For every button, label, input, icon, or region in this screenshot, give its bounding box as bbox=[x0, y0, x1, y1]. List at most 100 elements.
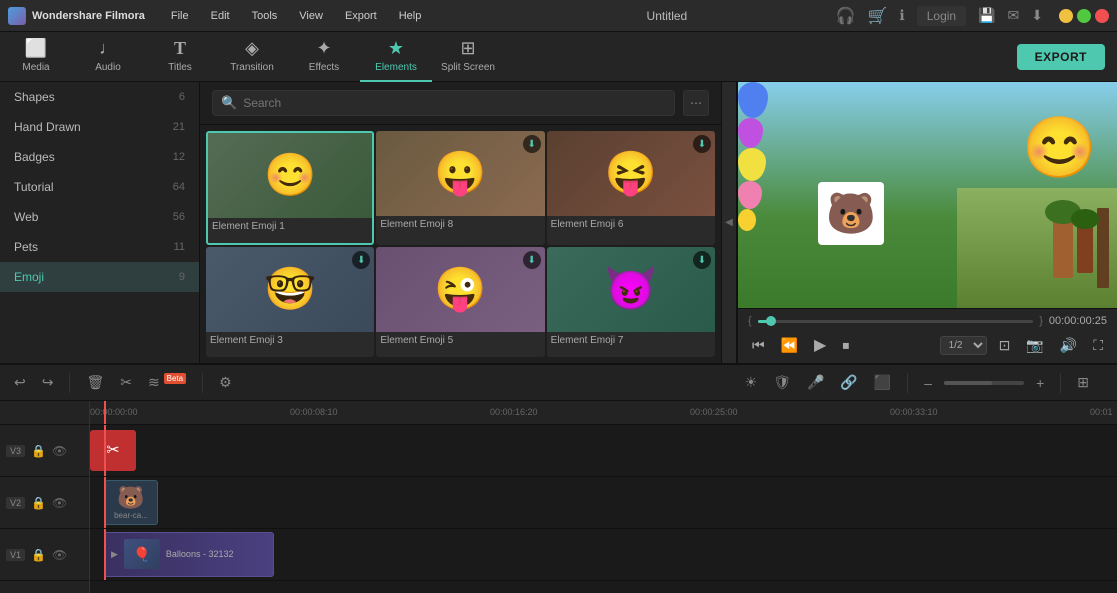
track1-lock-icon[interactable]: 🔒 bbox=[31, 444, 46, 458]
zoom-in-button[interactable]: + bbox=[1032, 373, 1048, 393]
step-back-button[interactable]: ⏮ bbox=[748, 335, 769, 356]
download-badge-emoji8[interactable]: ⬇ bbox=[523, 135, 541, 153]
play-button[interactable]: ▶ bbox=[810, 333, 830, 357]
time-slider-thumb bbox=[766, 316, 776, 326]
grid-item-emoji8[interactable]: 😛 ⬇ Element Emoji 8 bbox=[376, 131, 544, 245]
zoom-slider[interactable] bbox=[944, 381, 1024, 385]
overlay-button[interactable]: ⬛ bbox=[870, 372, 895, 393]
track2-eye-icon[interactable]: 👁 bbox=[52, 496, 67, 510]
zoom-out-button[interactable]: – bbox=[920, 373, 936, 393]
bear-clip-emoji: 🐻 bbox=[117, 485, 144, 511]
volume-button[interactable]: 🔊 bbox=[1056, 335, 1081, 356]
undo-button[interactable]: ↩ bbox=[10, 372, 30, 393]
download-badge-emoji6[interactable]: ⬇ bbox=[693, 135, 711, 153]
audio-mix-button[interactable]: ≋ Beta bbox=[144, 372, 190, 393]
grid-item-emoji3[interactable]: 🤓 ⬇ Element Emoji 3 bbox=[206, 247, 374, 357]
search-icon: 🔍 bbox=[221, 95, 237, 111]
category-tutorial[interactable]: Tutorial 64 bbox=[0, 172, 199, 202]
ruler-mark-5: 00:01 bbox=[1090, 407, 1113, 417]
beta-badge: Beta bbox=[164, 373, 186, 384]
close-button[interactable]: × bbox=[1095, 9, 1109, 23]
bear-clip[interactable]: 🐻 bear-ca... bbox=[104, 480, 158, 525]
maximize-button[interactable]: □ bbox=[1077, 9, 1091, 23]
toolbar-audio[interactable]: ♩ Audio bbox=[72, 32, 144, 82]
menu-tools[interactable]: Tools bbox=[242, 6, 288, 26]
balloon-blue bbox=[738, 82, 768, 118]
download-badge-emoji5[interactable]: ⬇ bbox=[523, 251, 541, 269]
frame-back-button[interactable]: ⏪ bbox=[777, 335, 802, 356]
mail-icon[interactable]: ✉ bbox=[1008, 7, 1020, 24]
category-badges[interactable]: Badges 12 bbox=[0, 142, 199, 172]
menu-help[interactable]: Help bbox=[389, 6, 432, 26]
login-button[interactable]: Login bbox=[917, 6, 966, 26]
toolbar-split-screen[interactable]: ⊞ Split Screen bbox=[432, 32, 504, 82]
category-hand-drawn[interactable]: Hand Drawn 21 bbox=[0, 112, 199, 142]
snapshot-button[interactable]: 📷 bbox=[1022, 335, 1047, 356]
export-button[interactable]: EXPORT bbox=[1017, 44, 1105, 70]
fullscreen-button[interactable]: ⛶ bbox=[1089, 335, 1107, 356]
search-input[interactable] bbox=[243, 96, 666, 110]
minimize-button[interactable]: – bbox=[1059, 9, 1073, 23]
grid-item-emoji6[interactable]: 😝 ⬇ Element Emoji 6 bbox=[547, 131, 715, 245]
timeline: ↩ ↪ 🗑 ✂ ≋ Beta ⚙ ☀ 🛡 🎤 🔗 ⬛ – + ⊞ bbox=[0, 363, 1117, 593]
search-input-wrap[interactable]: 🔍 bbox=[212, 90, 675, 116]
main-toolbar: ⬜ Media ♩ Audio T Titles ◈ Transition ✦ … bbox=[0, 32, 1117, 82]
delete-button[interactable]: 🗑 bbox=[82, 372, 108, 393]
settings-button[interactable]: ⚙ bbox=[215, 372, 236, 393]
menu-edit[interactable]: Edit bbox=[201, 6, 240, 26]
track3-lock-icon[interactable]: 🔒 bbox=[31, 548, 46, 562]
category-web[interactable]: Web 56 bbox=[0, 202, 199, 232]
toolbar-transition[interactable]: ◈ Transition bbox=[216, 32, 288, 82]
gift-icon[interactable]: 🛒 bbox=[867, 6, 887, 26]
snap-button[interactable]: ☀ bbox=[741, 372, 762, 393]
grid-thumb-emoji6: 😝 bbox=[547, 131, 715, 216]
category-pets[interactable]: Pets 11 bbox=[0, 232, 199, 262]
toolbar-titles[interactable]: T Titles bbox=[144, 32, 216, 82]
track2-type-badge: V2 bbox=[6, 497, 25, 509]
category-shapes[interactable]: Shapes 6 bbox=[0, 82, 199, 112]
mic-button[interactable]: 🎤 bbox=[803, 372, 828, 393]
menu-export[interactable]: Export bbox=[335, 6, 387, 26]
category-emoji[interactable]: Emoji 9 bbox=[0, 262, 199, 292]
stop-button[interactable]: ⏹ bbox=[838, 335, 853, 356]
track1-controls: V3 🔒 👁 bbox=[0, 425, 90, 477]
fit-to-screen-button[interactable]: ⊡ bbox=[995, 335, 1015, 356]
ruler-mark-1: 00:00:08:10 bbox=[290, 407, 338, 417]
download-icon[interactable]: ⬇ bbox=[1031, 7, 1043, 24]
menu-file[interactable]: File bbox=[161, 6, 199, 26]
video-clip-balloons[interactable]: ▶ 🎈 Balloons - 32132 bbox=[104, 532, 274, 577]
cut-clip[interactable]: ✂ bbox=[90, 430, 136, 471]
time-slider[interactable] bbox=[758, 320, 1034, 323]
ruler-mark-4: 00:00:33:10 bbox=[890, 407, 938, 417]
redo-button[interactable]: ↪ bbox=[38, 372, 58, 393]
grid-item-emoji1[interactable]: 😊 Element Emoji 1 bbox=[206, 131, 374, 245]
titlebar: Wondershare Filmora File Edit Tools View… bbox=[0, 0, 1117, 32]
toolbar-divider-4 bbox=[1060, 373, 1061, 393]
track2-lock-icon[interactable]: 🔒 bbox=[31, 496, 46, 510]
expand-button[interactable]: ⊞ bbox=[1073, 372, 1093, 393]
elements-icon: ★ bbox=[388, 38, 404, 59]
grid-item-emoji5[interactable]: 😜 ⬇ Element Emoji 5 bbox=[376, 247, 544, 357]
ruler-mark-0: 00:00:00:00 bbox=[90, 407, 138, 417]
toolbar-effects[interactable]: ✦ Effects bbox=[288, 32, 360, 82]
headphones-icon[interactable]: 🎧 bbox=[836, 6, 856, 26]
track1-eye-icon[interactable]: 👁 bbox=[52, 444, 67, 458]
timeline-scroll-area[interactable]: 00:00:00:00 00:00:08:10 00:00:16:20 00:0… bbox=[90, 401, 1117, 593]
shield-button[interactable]: 🛡 bbox=[769, 372, 795, 393]
save-icon[interactable]: 💾 bbox=[978, 7, 995, 24]
track3-eye-icon[interactable]: 👁 bbox=[52, 548, 67, 562]
cut-button[interactable]: ✂ bbox=[116, 372, 136, 393]
panel-collapse-button[interactable]: ◀ bbox=[721, 82, 737, 363]
balloon-small-yellow bbox=[738, 209, 756, 231]
balloon-purple bbox=[738, 118, 763, 148]
grid-toggle-button[interactable]: ⋯ bbox=[683, 90, 709, 116]
time-bracket-end: } bbox=[1039, 315, 1043, 327]
toolbar-elements[interactable]: ★ Elements bbox=[360, 32, 432, 82]
toolbar-media[interactable]: ⬜ Media bbox=[0, 32, 72, 82]
quality-select[interactable]: 1/2 1/4 Full bbox=[940, 336, 987, 355]
menu-view[interactable]: View bbox=[289, 6, 333, 26]
link-button[interactable]: 🔗 bbox=[836, 372, 861, 393]
download-badge-emoji7[interactable]: ⬇ bbox=[693, 251, 711, 269]
grid-item-emoji7[interactable]: 😈 ⬇ Element Emoji 7 bbox=[547, 247, 715, 357]
info-icon[interactable]: ℹ bbox=[899, 7, 904, 24]
